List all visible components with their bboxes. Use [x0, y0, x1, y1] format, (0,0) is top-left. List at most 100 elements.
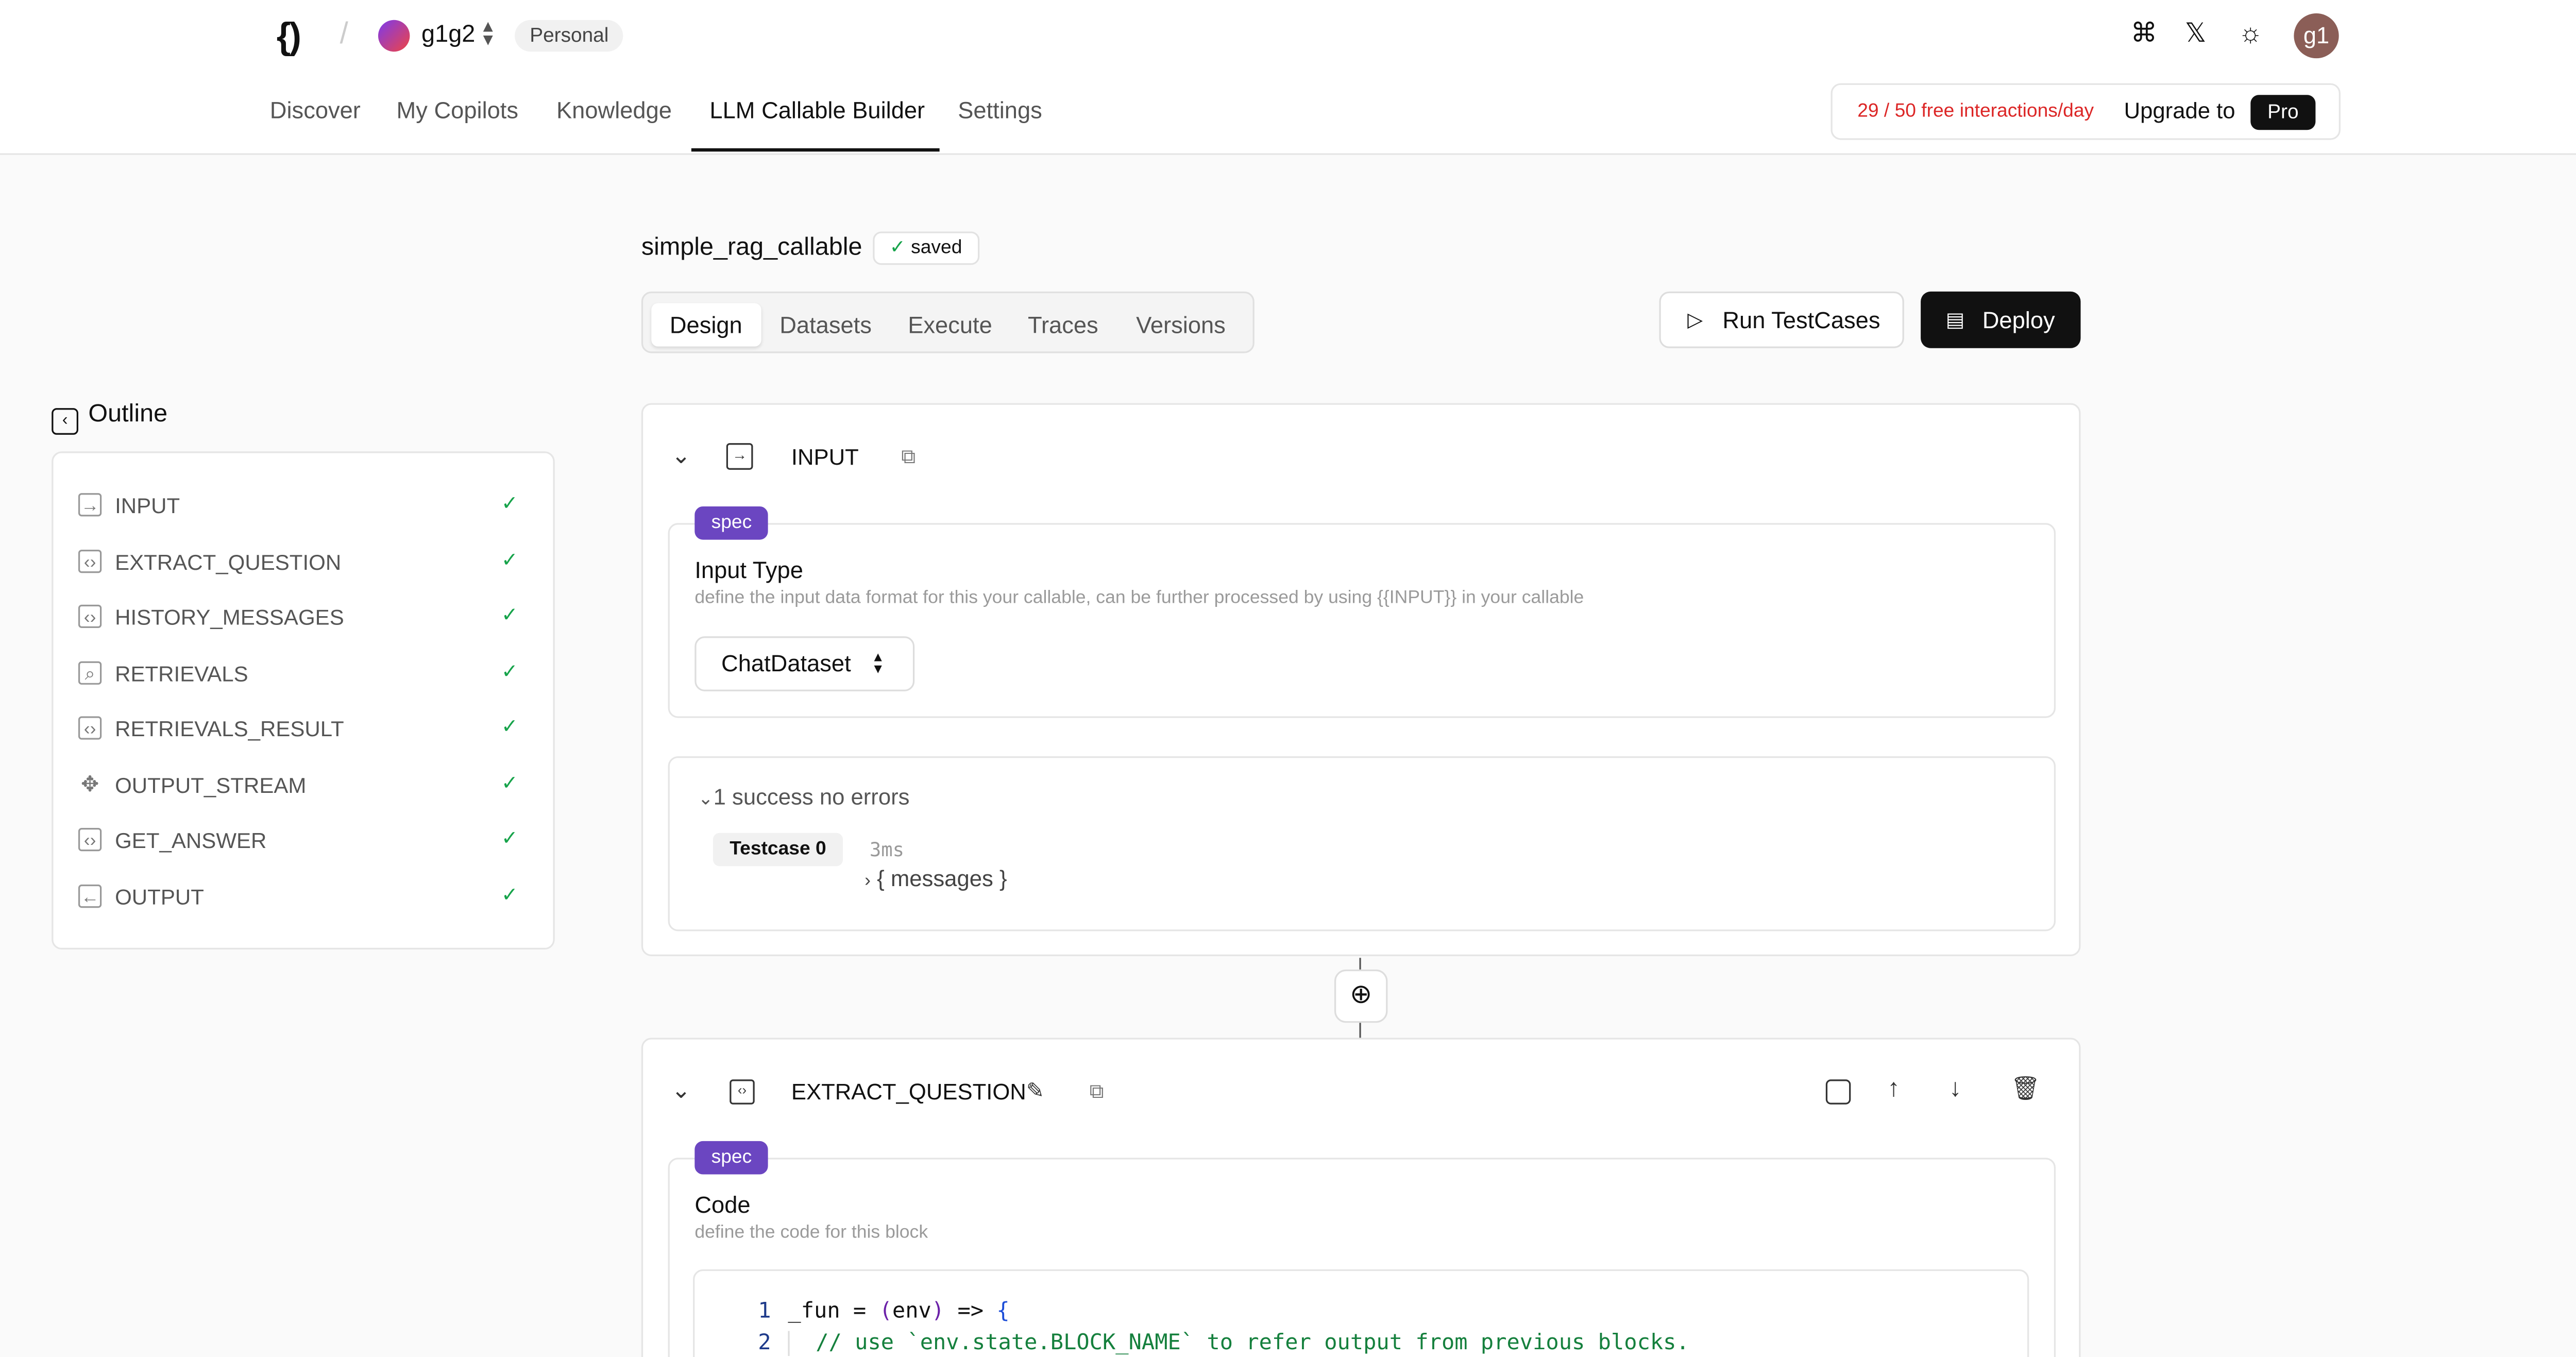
chevrons-up-down-icon[interactable]: ▲ ▼	[480, 19, 496, 49]
outline-item-output-stream[interactable]: ✥ OUTPUT_STREAM ✓	[78, 770, 531, 803]
tab-traces[interactable]: Traces	[1028, 303, 1098, 346]
plus-circle-icon: ⊕	[1350, 981, 1372, 1010]
saved-status-badge: ✓ saved	[873, 231, 979, 265]
code-block-icon: ‹›	[78, 716, 102, 740]
input-type-select[interactable]: ChatDataset ▲ ▼	[694, 636, 915, 691]
callable-tabs: Design Datasets Execute Traces Versions	[641, 291, 1255, 353]
status-label: saved	[911, 238, 962, 259]
nav-settings[interactable]: Settings	[958, 97, 1042, 124]
check-icon: ✓	[501, 715, 518, 738]
outline-panel: → INPUT ✓ ‹› EXTRACT_QUESTION ✓ ‹› HISTO…	[52, 451, 555, 950]
top-bar: {) / g1g2 ▲ ▼ Personal ⌘ 𝕏 ☼ g1 Discover …	[0, 0, 2576, 155]
pencil-icon[interactable]: ✎	[1026, 1078, 1044, 1105]
outline-item-history-messages[interactable]: ‹› HISTORY_MESSAGES ✓	[78, 601, 531, 635]
code-line[interactable]: // use `env.state.BLOCK_NAME` to refer o…	[788, 1331, 1689, 1356]
copy-icon[interactable]: ⧉	[901, 445, 916, 470]
spec-badge: spec	[694, 1141, 769, 1175]
nav-discover[interactable]: Discover	[270, 97, 361, 124]
outline-title: Outline	[88, 400, 168, 428]
pro-badge[interactable]: Pro	[2250, 95, 2316, 130]
nav-knowledge[interactable]: Knowledge	[556, 97, 672, 124]
tab-datasets[interactable]: Datasets	[779, 303, 872, 346]
user-avatar[interactable]: g1	[2294, 13, 2339, 59]
file-search-icon: ⌕	[78, 661, 102, 685]
panel-collapse-icon[interactable]: ‹	[52, 408, 78, 435]
check-icon: ✓	[501, 491, 518, 515]
plan-badge: Personal	[515, 20, 624, 52]
chevrons-up-down-icon: ▲ ▼	[871, 650, 885, 676]
deploy-label: Deploy	[1982, 306, 2055, 333]
check-icon: ✓	[501, 659, 518, 683]
outline-item-get-answer[interactable]: ‹› GET_ANSWER ✓	[78, 825, 531, 858]
block-title: EXTRACT_QUESTION	[791, 1079, 1026, 1105]
block-connector	[1359, 1023, 1361, 1038]
run-testcases-button[interactable]: ▷ Run TestCases	[1659, 291, 1904, 348]
workspace-name[interactable]: g1g2	[421, 22, 475, 48]
section-description: define the code for this block	[694, 1223, 928, 1243]
breadcrumb-separator: /	[340, 16, 348, 50]
outline-item-retrievals[interactable]: ⌕ RETRIEVALS ✓	[78, 658, 531, 691]
check-icon: ✓	[501, 826, 518, 850]
code-editor[interactable]: 1 _fun = (env) => { 2 // use `env.state.…	[693, 1269, 2029, 1357]
test-results-section: ⌄1 success no errors Testcase 0 3ms › { …	[668, 756, 2056, 931]
sun-theme-icon[interactable]: ☼	[2234, 19, 2267, 52]
output-preview[interactable]: › { messages }	[865, 866, 1007, 891]
app-logo[interactable]: {)	[277, 15, 301, 58]
command-icon[interactable]: ⌘	[2127, 19, 2161, 52]
code-line[interactable]: _fun = (env) => {	[788, 1299, 1009, 1325]
usage-banner[interactable]: 29 / 50 free interactions/day Upgrade to…	[1831, 83, 2341, 140]
file-input-icon: →	[78, 493, 102, 517]
outline-item-extract-question[interactable]: ‹› EXTRACT_QUESTION ✓	[78, 547, 531, 580]
section-description: define the input data format for this yo…	[694, 588, 1584, 608]
outline-item-input[interactable]: → INPUT ✓	[78, 490, 531, 523]
upgrade-label[interactable]: Upgrade to	[2124, 98, 2235, 124]
chevron-down-icon[interactable]: ⌄	[671, 442, 691, 470]
outline-header[interactable]: ‹ Outline	[52, 400, 167, 435]
input-block-card: ⌄ → INPUT ⧉ Input Type define the input …	[641, 403, 2081, 956]
check-icon: ✓	[501, 548, 518, 572]
chevron-down-icon[interactable]: ⌄	[671, 1076, 691, 1105]
file-output-icon: ←	[78, 884, 102, 908]
play-icon: ▷	[1687, 308, 1703, 332]
testcase-duration: 3ms	[869, 838, 905, 861]
deploy-icon: ▤	[1945, 308, 1965, 332]
section-title: Input Type	[694, 556, 803, 583]
block-connector	[1359, 958, 1361, 970]
testcase-badge[interactable]: Testcase 0	[713, 833, 843, 867]
spec-badge: spec	[694, 506, 769, 540]
arrow-down-icon[interactable]: ↓	[1949, 1075, 1961, 1103]
nav-llm-callable-builder[interactable]: LLM Callable Builder	[709, 97, 925, 124]
results-summary[interactable]: ⌄1 success no errors	[698, 785, 910, 810]
code-block-icon: ‹›	[78, 550, 102, 573]
copy-icon[interactable]: ⧉	[1090, 1079, 1104, 1105]
code-block-icon: ‹›	[78, 827, 102, 852]
outline-item-retrievals-result[interactable]: ‹› RETRIEVALS_RESULT ✓	[78, 713, 531, 747]
code-block-icon: ‹›	[730, 1079, 755, 1105]
check-icon: ✓	[889, 238, 906, 259]
file-input-icon: →	[726, 443, 753, 470]
callable-name: simple_rag_callable	[641, 233, 862, 262]
tab-execute[interactable]: Execute	[908, 303, 992, 346]
tab-design[interactable]: Design	[651, 303, 761, 347]
code-block-icon: ‹›	[78, 604, 102, 628]
check-icon: ✓	[501, 603, 518, 626]
outline-item-output[interactable]: ← OUTPUT ✓	[78, 881, 531, 914]
trash-icon[interactable]: 🗑	[2011, 1075, 2040, 1103]
nav-my-copilots[interactable]: My Copilots	[397, 97, 518, 124]
component-icon: ✥	[80, 771, 99, 796]
block-title: INPUT	[791, 445, 859, 470]
line-number: 2	[758, 1331, 771, 1356]
active-nav-indicator	[691, 148, 940, 152]
select-checkbox[interactable]	[1825, 1079, 1851, 1105]
deploy-button[interactable]: ▤ Deploy	[1921, 291, 2081, 348]
chevron-down-icon: ⌄	[698, 789, 714, 810]
usage-count: 29 / 50 free interactions/day	[1857, 101, 2094, 122]
tab-versions[interactable]: Versions	[1136, 303, 1226, 346]
x-twitter-icon[interactable]: 𝕏	[2179, 19, 2212, 52]
section-title: Code	[694, 1191, 751, 1218]
chevron-right-icon: ›	[865, 871, 871, 891]
workspace-avatar[interactable]	[378, 20, 410, 52]
check-icon: ✓	[501, 883, 518, 906]
add-block-button[interactable]: ⊕	[1334, 969, 1388, 1023]
arrow-up-icon[interactable]: ↑	[1887, 1075, 1900, 1103]
